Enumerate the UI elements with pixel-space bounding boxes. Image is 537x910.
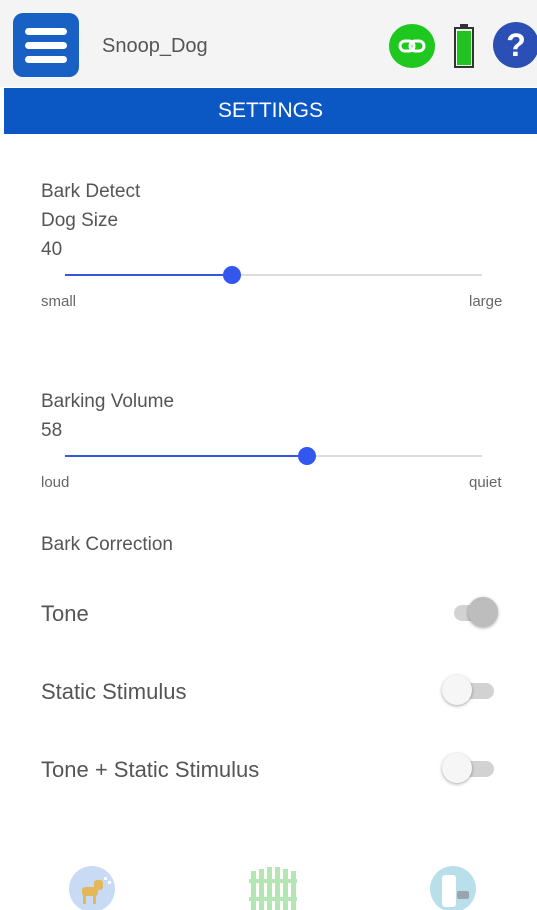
bark-correction-label: Bark Correction: [41, 534, 173, 555]
dog-size-max-label: large: [469, 293, 503, 310]
bark-detect-label: Bark Detect: [41, 181, 141, 202]
page-title: SETTINGS: [4, 88, 537, 134]
device-name: Snoop_Dog: [102, 35, 208, 57]
menu-icon[interactable]: [13, 13, 79, 77]
dog-size-label: Dog Size: [41, 210, 119, 231]
tone-toggle[interactable]: [446, 594, 500, 630]
link-icon[interactable]: [389, 24, 435, 68]
dog-bark-icon[interactable]: [68, 865, 116, 910]
dog-size-slider[interactable]: [65, 265, 482, 285]
static-stimulus-toggle[interactable]: [442, 672, 500, 708]
barking-volume-max-label: quiet: [469, 474, 502, 491]
barking-volume-value: 58: [41, 420, 63, 441]
slider-thumb[interactable]: [222, 266, 241, 284]
dog-size-min-label: small: [41, 293, 77, 310]
help-icon[interactable]: ?: [493, 22, 537, 68]
fence-icon[interactable]: [249, 865, 297, 910]
barking-volume-label: Barking Volume: [41, 391, 175, 412]
tone-label: Tone: [41, 601, 89, 626]
battery-icon: [453, 24, 475, 68]
dog-size-value: 40: [41, 239, 63, 260]
barking-volume-min-label: loud: [41, 474, 70, 491]
tone-static-stimulus-label: Tone + Static Stimulus: [41, 757, 260, 782]
static-stimulus-label: Static Stimulus: [41, 679, 187, 704]
barking-volume-slider[interactable]: [65, 446, 482, 466]
slider-thumb[interactable]: [297, 447, 316, 465]
tone-static-stimulus-toggle[interactable]: [442, 750, 500, 786]
slider-fill: [65, 274, 232, 276]
slider-fill: [65, 455, 307, 457]
remote-device-icon[interactable]: [429, 865, 477, 910]
top-bar: Snoop_Dog ?: [0, 0, 537, 87]
